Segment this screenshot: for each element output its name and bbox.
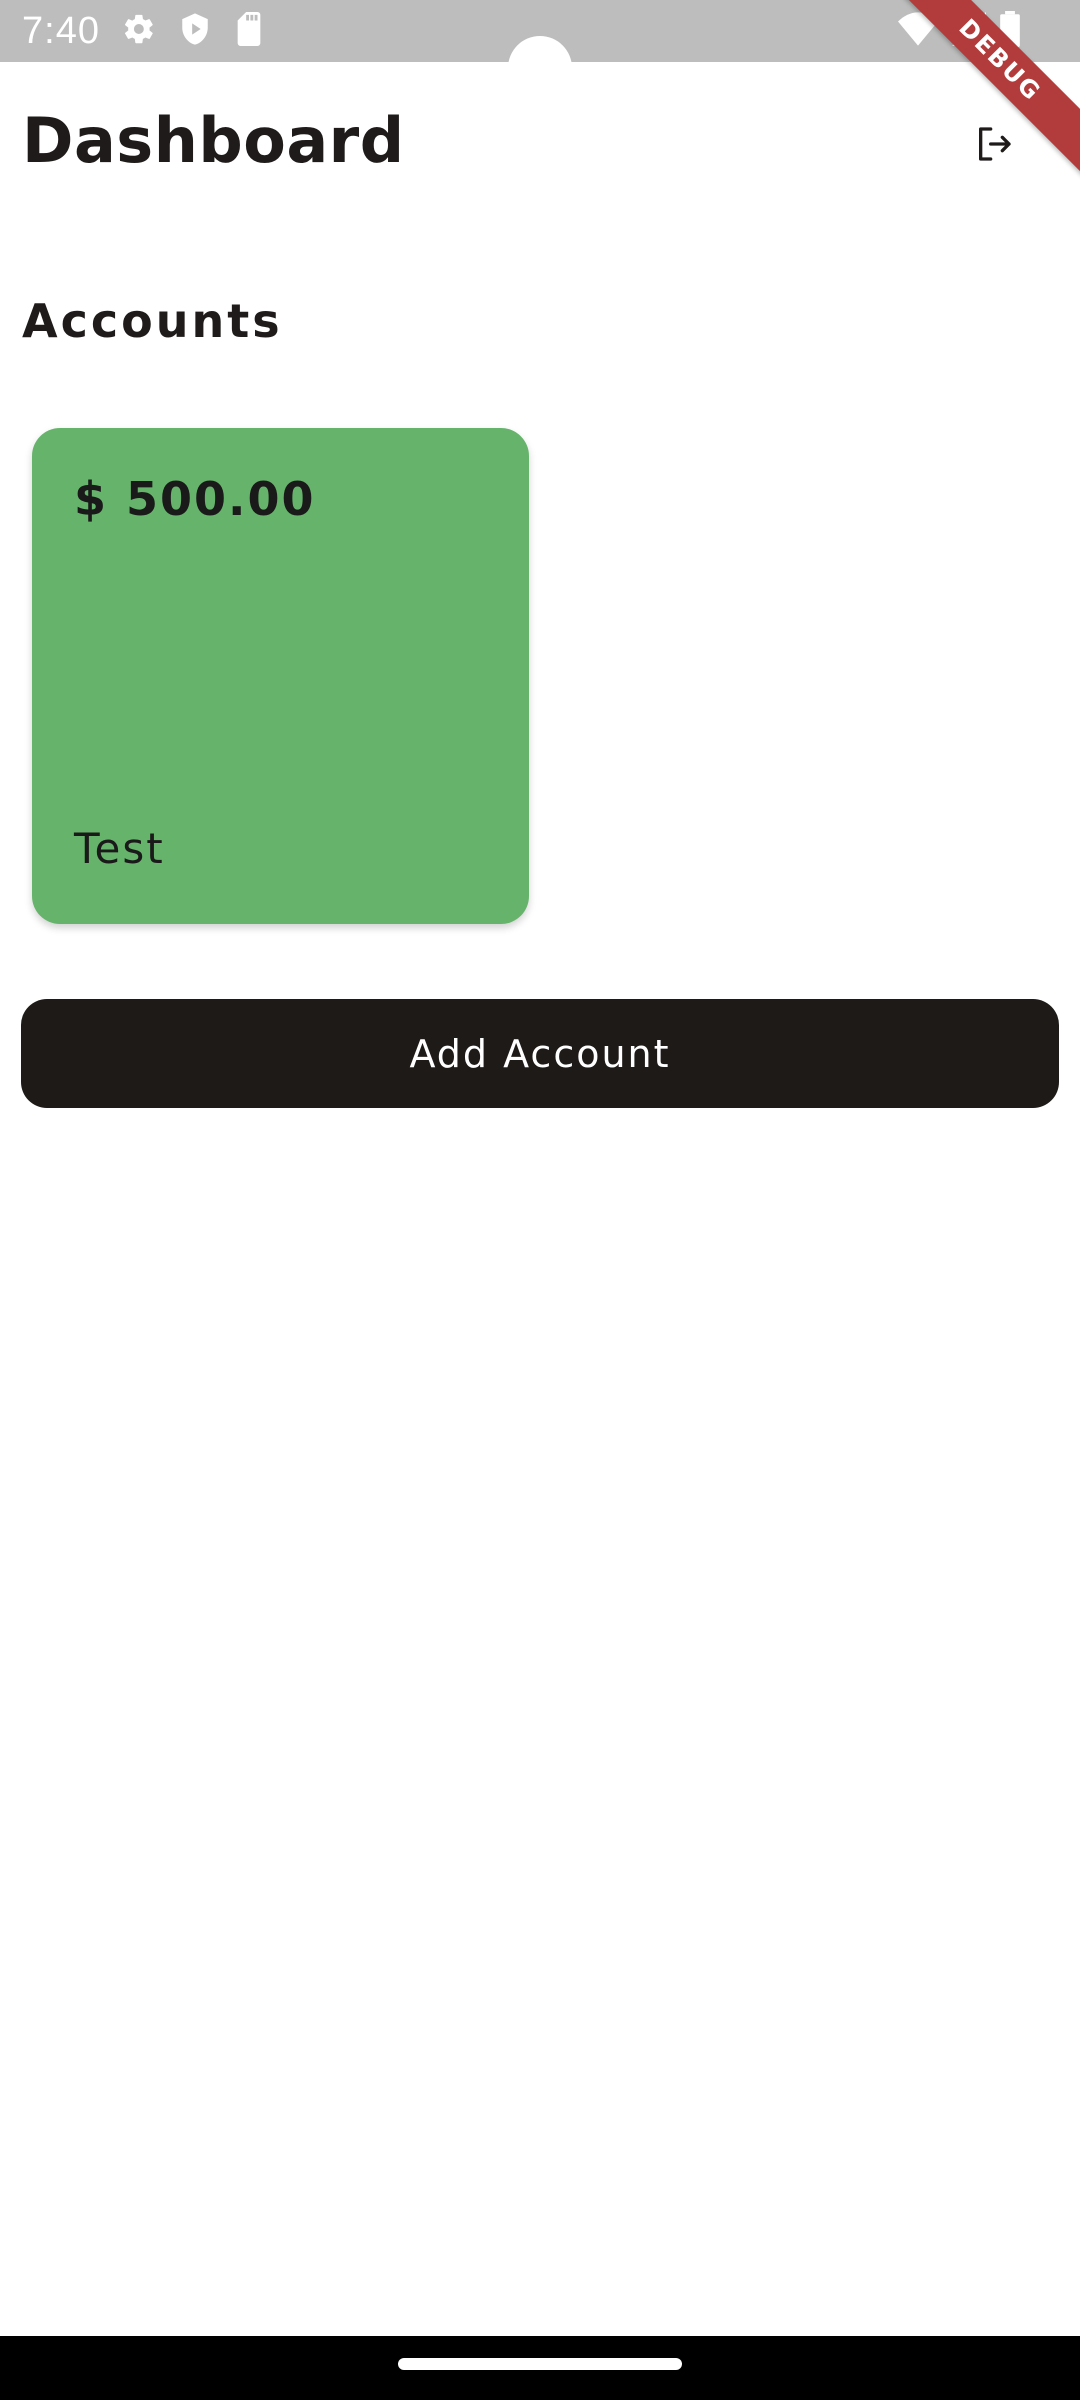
page-title: Dashboard — [22, 104, 405, 177]
status-left-group: 7:40 — [22, 0, 264, 62]
sd-card-icon — [234, 12, 264, 50]
add-account-button[interactable]: Add Account — [21, 999, 1059, 1108]
status-time: 7:40 — [22, 9, 100, 52]
gear-icon — [122, 12, 156, 50]
logout-icon — [974, 124, 1014, 168]
shield-play-icon — [178, 12, 212, 50]
home-indicator[interactable] — [398, 2358, 682, 2370]
logout-button[interactable] — [966, 118, 1022, 174]
account-balance: $ 500.00 — [74, 472, 316, 526]
dashboard-screen: 7:40 DEBUG Dashboard Accounts $ 500.00 T… — [0, 0, 1080, 2400]
account-name: Test — [74, 824, 165, 873]
camera-cutout — [508, 36, 572, 100]
accounts-section-title: Accounts — [22, 294, 283, 348]
account-card[interactable]: $ 500.00 Test — [32, 428, 529, 924]
